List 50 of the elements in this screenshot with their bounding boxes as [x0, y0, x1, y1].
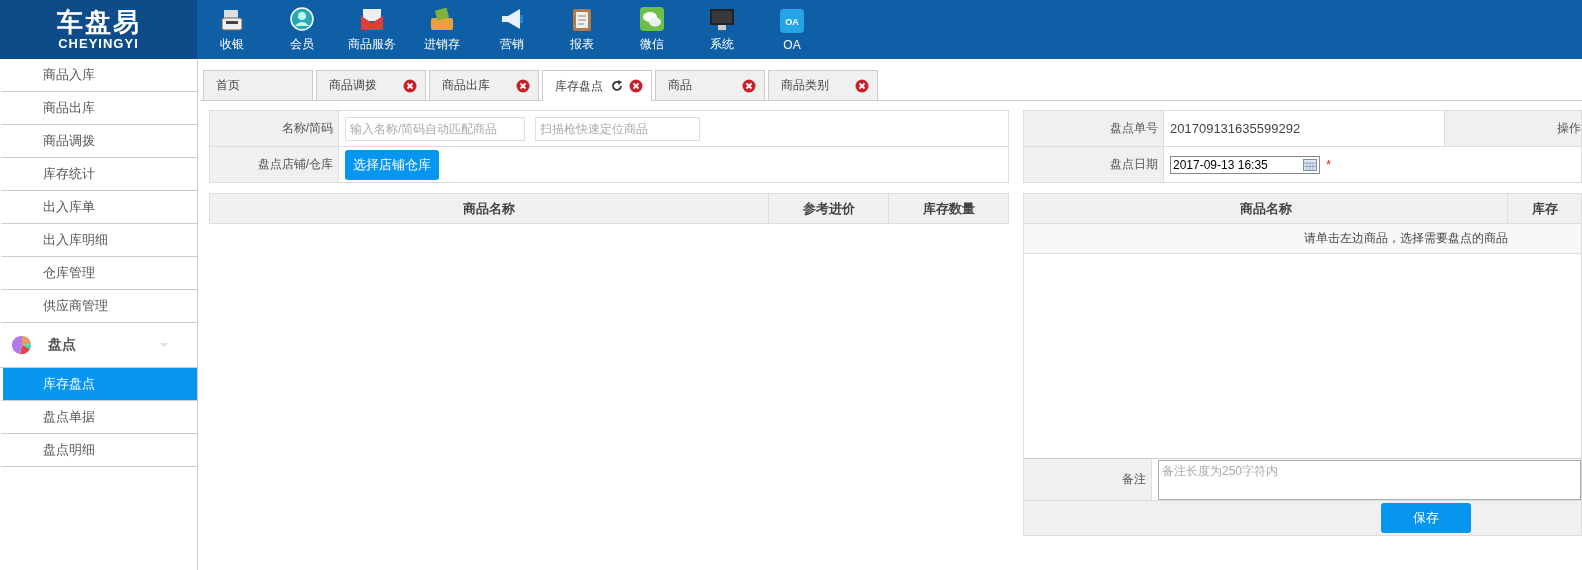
required-mark: * — [1326, 157, 1332, 172]
nav-icon — [709, 6, 735, 32]
field-label: 盘点店铺/仓库 — [210, 147, 339, 182]
tab[interactable]: 商品 — [655, 70, 765, 100]
close-icon[interactable] — [855, 78, 869, 93]
nav-item[interactable]: 微信 — [617, 0, 687, 59]
nav-item[interactable]: 进销存 — [407, 0, 477, 59]
column-header: 商品名称 — [210, 194, 769, 223]
date-field[interactable]: 2017-09-13 16:35 — [1170, 155, 1320, 174]
column-header: 库存 — [1530, 199, 1559, 218]
field-label: 名称/简码 — [210, 111, 339, 146]
column-header: 参考进价 — [768, 194, 890, 223]
tab[interactable]: 首页 — [203, 70, 313, 100]
column-header: 库存数量 — [921, 199, 976, 218]
nav-icon — [359, 6, 385, 32]
calendar-icon[interactable] — [1303, 158, 1317, 171]
nav-item[interactable]: 系统 — [687, 0, 757, 59]
tab[interactable]: 商品类别 — [768, 70, 878, 100]
nav-icon — [289, 6, 315, 32]
nav-item[interactable]: 商品服务 — [337, 0, 407, 59]
field-label: 盘点单号 — [1024, 111, 1164, 146]
field-label: 备注 — [1024, 459, 1152, 500]
nav-icon: OA — [779, 7, 805, 34]
field-label: 操作 — [1445, 111, 1581, 146]
field-label: 盘点日期 — [1024, 147, 1164, 182]
close-icon[interactable] — [742, 78, 756, 93]
nav-icon — [429, 6, 455, 32]
close-icon[interactable] — [516, 78, 530, 93]
nav-item[interactable]: 会员 — [267, 0, 337, 59]
close-icon[interactable] — [629, 79, 643, 93]
tab[interactable]: 商品调拨 — [316, 70, 426, 100]
nav-item[interactable]: 收银 — [197, 0, 267, 59]
tab[interactable]: 库存盘点 — [542, 70, 652, 101]
refresh-icon[interactable] — [611, 80, 623, 92]
name-input[interactable]: 输入名称/简码自动匹配商品 — [345, 116, 525, 141]
scan-input[interactable]: 扫描枪快速定位商品 — [535, 116, 700, 141]
nav-item[interactable]: OA OA — [757, 0, 827, 59]
group-label: 盘点 — [48, 336, 76, 354]
nav-icon — [499, 6, 525, 32]
empty-message: 请单击左边商品，选择需要盘点的商品 — [1024, 224, 1581, 254]
column-header: 商品名称 — [1024, 194, 1508, 223]
nav-icon — [639, 6, 665, 32]
nav-item[interactable]: 营销 — [477, 0, 547, 59]
pie-chart-icon — [12, 335, 32, 355]
remark-field[interactable]: 备注长度为250字符内 — [1158, 460, 1581, 500]
caret-icon — [159, 342, 169, 348]
close-icon[interactable] — [403, 78, 417, 93]
nav-item[interactable]: 报表 — [547, 0, 617, 59]
logo: 车盘易 CHEYINGYI — [0, 0, 197, 59]
tab[interactable]: 商品出库 — [429, 70, 539, 100]
